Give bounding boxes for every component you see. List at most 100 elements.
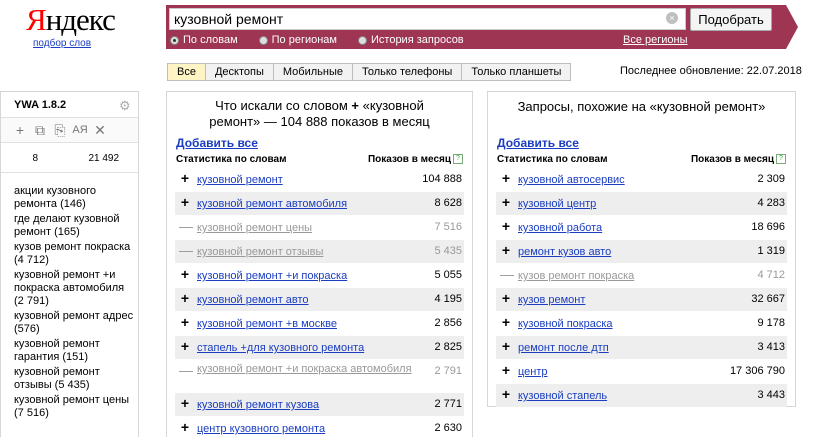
table-row: — кузовной ремонт цены 7 516 bbox=[175, 216, 464, 240]
count-value: 9 178 bbox=[757, 317, 785, 329]
table-row: — кузовной ремонт отзывы 5 435 bbox=[175, 240, 464, 264]
plus-icon[interactable]: + bbox=[500, 338, 512, 354]
keyword-link[interactable]: кузовной ремонт отзывы bbox=[197, 246, 323, 258]
list-item[interactable]: кузовной ремонт отзывы (5 435) bbox=[14, 366, 136, 392]
plus-icon[interactable]: + bbox=[500, 194, 512, 210]
logo-first-letter: Я bbox=[26, 2, 47, 37]
keyword-link[interactable]: стапель +для кузовного ремонта bbox=[197, 342, 364, 354]
count-value: 2 825 bbox=[434, 341, 462, 353]
plus-icon[interactable]: + bbox=[179, 338, 191, 354]
count-value: 4 283 bbox=[757, 197, 785, 209]
table-row: + кузовной стапель 3 443 bbox=[496, 384, 787, 408]
list-item[interactable]: кузовной ремонт адрес (576) bbox=[14, 310, 136, 336]
radio-label: По регионам bbox=[271, 34, 337, 46]
list-item[interactable]: кузовной ремонт +и покраска автомобиля (… bbox=[14, 269, 136, 308]
word-count: 8 bbox=[32, 153, 39, 164]
wordstat-link[interactable]: подбор слов bbox=[33, 38, 91, 49]
minus-icon[interactable]: — bbox=[179, 242, 193, 258]
plus-icon[interactable]: + bbox=[11, 122, 29, 138]
plus-icon[interactable]: + bbox=[500, 218, 512, 234]
minus-icon[interactable]: — bbox=[179, 218, 193, 234]
list-item[interactable]: где делают кузовной ремонт (165) bbox=[14, 213, 136, 239]
keyword-link[interactable]: кузовной автосервис bbox=[518, 174, 625, 186]
add-all-link[interactable]: Добавить все bbox=[497, 136, 579, 150]
all-regions-link[interactable]: Все регионы bbox=[623, 34, 688, 46]
tab-tablets-only[interactable]: Только планшеты bbox=[462, 63, 572, 81]
plus-icon[interactable]: + bbox=[500, 242, 512, 258]
keyword-link[interactable]: кузовной ремонт авто bbox=[197, 294, 309, 306]
search-mode-radios: По словам По регионам История запросов bbox=[170, 34, 485, 46]
keyword-link[interactable]: центр bbox=[518, 366, 548, 378]
left-panel-title: Что искали со словом + «кузовной ремонт»… bbox=[167, 98, 472, 130]
help-icon[interactable]: ? bbox=[453, 154, 463, 164]
list-item[interactable]: кузовной ремонт цены (7 516) bbox=[14, 394, 136, 420]
radio-label: История запросов bbox=[371, 34, 464, 46]
radio-by-words[interactable]: По словам bbox=[170, 34, 238, 46]
list-item[interactable]: акции кузовного ремонта (146) bbox=[14, 185, 136, 211]
minus-icon[interactable]: — bbox=[179, 362, 193, 378]
export-icon[interactable]: ⎘ bbox=[51, 122, 69, 139]
minus-icon[interactable]: — bbox=[500, 266, 514, 282]
sort-icon[interactable]: АЯ bbox=[71, 124, 89, 136]
gear-icon[interactable]: ⚙ bbox=[119, 98, 131, 114]
table-row: + кузовной автосервис 2 309 bbox=[496, 168, 787, 192]
plus-icon[interactable]: + bbox=[179, 290, 191, 306]
sidebar-title: YWA 1.8.2 bbox=[14, 99, 67, 111]
keyword-link[interactable]: кузовной ремонт +в москве bbox=[197, 318, 337, 330]
count-value: 104 888 bbox=[422, 173, 462, 185]
radio-dot-icon bbox=[170, 35, 179, 45]
plus-icon[interactable]: + bbox=[179, 395, 191, 411]
keyword-link[interactable]: кузовной ремонт +и покраска bbox=[197, 270, 347, 282]
keyword-link[interactable]: кузовной покраска bbox=[518, 318, 613, 330]
left-panel: Что искали со словом + «кузовной ремонт»… bbox=[166, 91, 473, 441]
plus-icon[interactable]: + bbox=[179, 266, 191, 282]
keyword-link[interactable]: кузовной стапель bbox=[518, 390, 607, 402]
radio-by-regions[interactable]: По регионам bbox=[258, 34, 337, 46]
close-icon[interactable]: ✕ bbox=[91, 122, 109, 139]
plus-icon[interactable]: + bbox=[179, 314, 191, 330]
keyword-link[interactable]: кузовной ремонт bbox=[197, 174, 283, 186]
plus-icon[interactable]: + bbox=[500, 362, 512, 378]
add-all-link[interactable]: Добавить все bbox=[176, 136, 258, 150]
keyword-link[interactable]: кузовной центр bbox=[518, 198, 596, 210]
table-row: + ремонт после дтп 3 413 bbox=[496, 336, 787, 360]
keyword-link[interactable]: кузовной ремонт +и покраска автомобиля bbox=[197, 363, 427, 376]
copy-icon[interactable]: ⧉ bbox=[31, 122, 49, 139]
clear-icon[interactable]: × bbox=[666, 12, 678, 24]
yandex-logo[interactable]: Яндекс bbox=[26, 2, 116, 38]
plus-icon[interactable]: + bbox=[179, 194, 191, 210]
table-row: + центр кузовного ремонта 2 630 bbox=[175, 417, 464, 441]
tab-mobile[interactable]: Мобильные bbox=[273, 63, 353, 81]
plus-icon[interactable]: + bbox=[500, 386, 512, 402]
title-text: ремонт» — 104 888 показов в месяц bbox=[209, 114, 430, 129]
plus-icon[interactable]: + bbox=[179, 170, 191, 186]
keyword-link[interactable]: ремонт после дтп bbox=[518, 342, 609, 354]
plus-icon[interactable]: + bbox=[500, 314, 512, 330]
keyword-link[interactable]: кузовной ремонт цены bbox=[197, 222, 312, 234]
keyword-link[interactable]: кузов ремонт покраска bbox=[518, 270, 634, 282]
keyword-link[interactable]: кузовной ремонт кузова bbox=[197, 399, 319, 411]
plus-icon[interactable]: + bbox=[500, 290, 512, 306]
tab-desktops[interactable]: Десктопы bbox=[205, 63, 274, 81]
table-row: + кузовной ремонт авто 4 195 bbox=[175, 288, 464, 312]
keyword-link[interactable]: кузовной ремонт автомобиля bbox=[197, 198, 347, 210]
list-item[interactable]: кузовной ремонт гарантия (151) bbox=[14, 338, 136, 364]
count-value: 4 195 bbox=[434, 293, 462, 305]
table-row: + кузовной работа 18 696 bbox=[496, 216, 787, 240]
tab-phones-only[interactable]: Только телефоны bbox=[352, 63, 463, 81]
plus-icon[interactable]: + bbox=[500, 170, 512, 186]
keyword-link[interactable]: кузов ремонт bbox=[518, 294, 585, 306]
tab-all[interactable]: Все bbox=[167, 63, 206, 81]
keyword-link[interactable]: центр кузовного ремонта bbox=[197, 423, 325, 435]
table-row: + кузов ремонт 32 667 bbox=[496, 288, 787, 312]
help-icon[interactable]: ? bbox=[776, 154, 786, 164]
radio-dot-icon bbox=[358, 35, 367, 45]
radio-history[interactable]: История запросов bbox=[358, 34, 464, 46]
count-value: 2 856 bbox=[434, 317, 462, 329]
list-item[interactable]: кузов ремонт покраска (4 712) bbox=[14, 241, 136, 267]
keyword-link[interactable]: кузовной работа bbox=[518, 222, 602, 234]
plus-icon[interactable]: + bbox=[179, 419, 191, 435]
search-button[interactable]: Подобрать bbox=[690, 8, 772, 31]
keyword-link[interactable]: ремонт кузов авто bbox=[518, 246, 611, 258]
search-input[interactable]: кузовной ремонт bbox=[169, 8, 686, 30]
